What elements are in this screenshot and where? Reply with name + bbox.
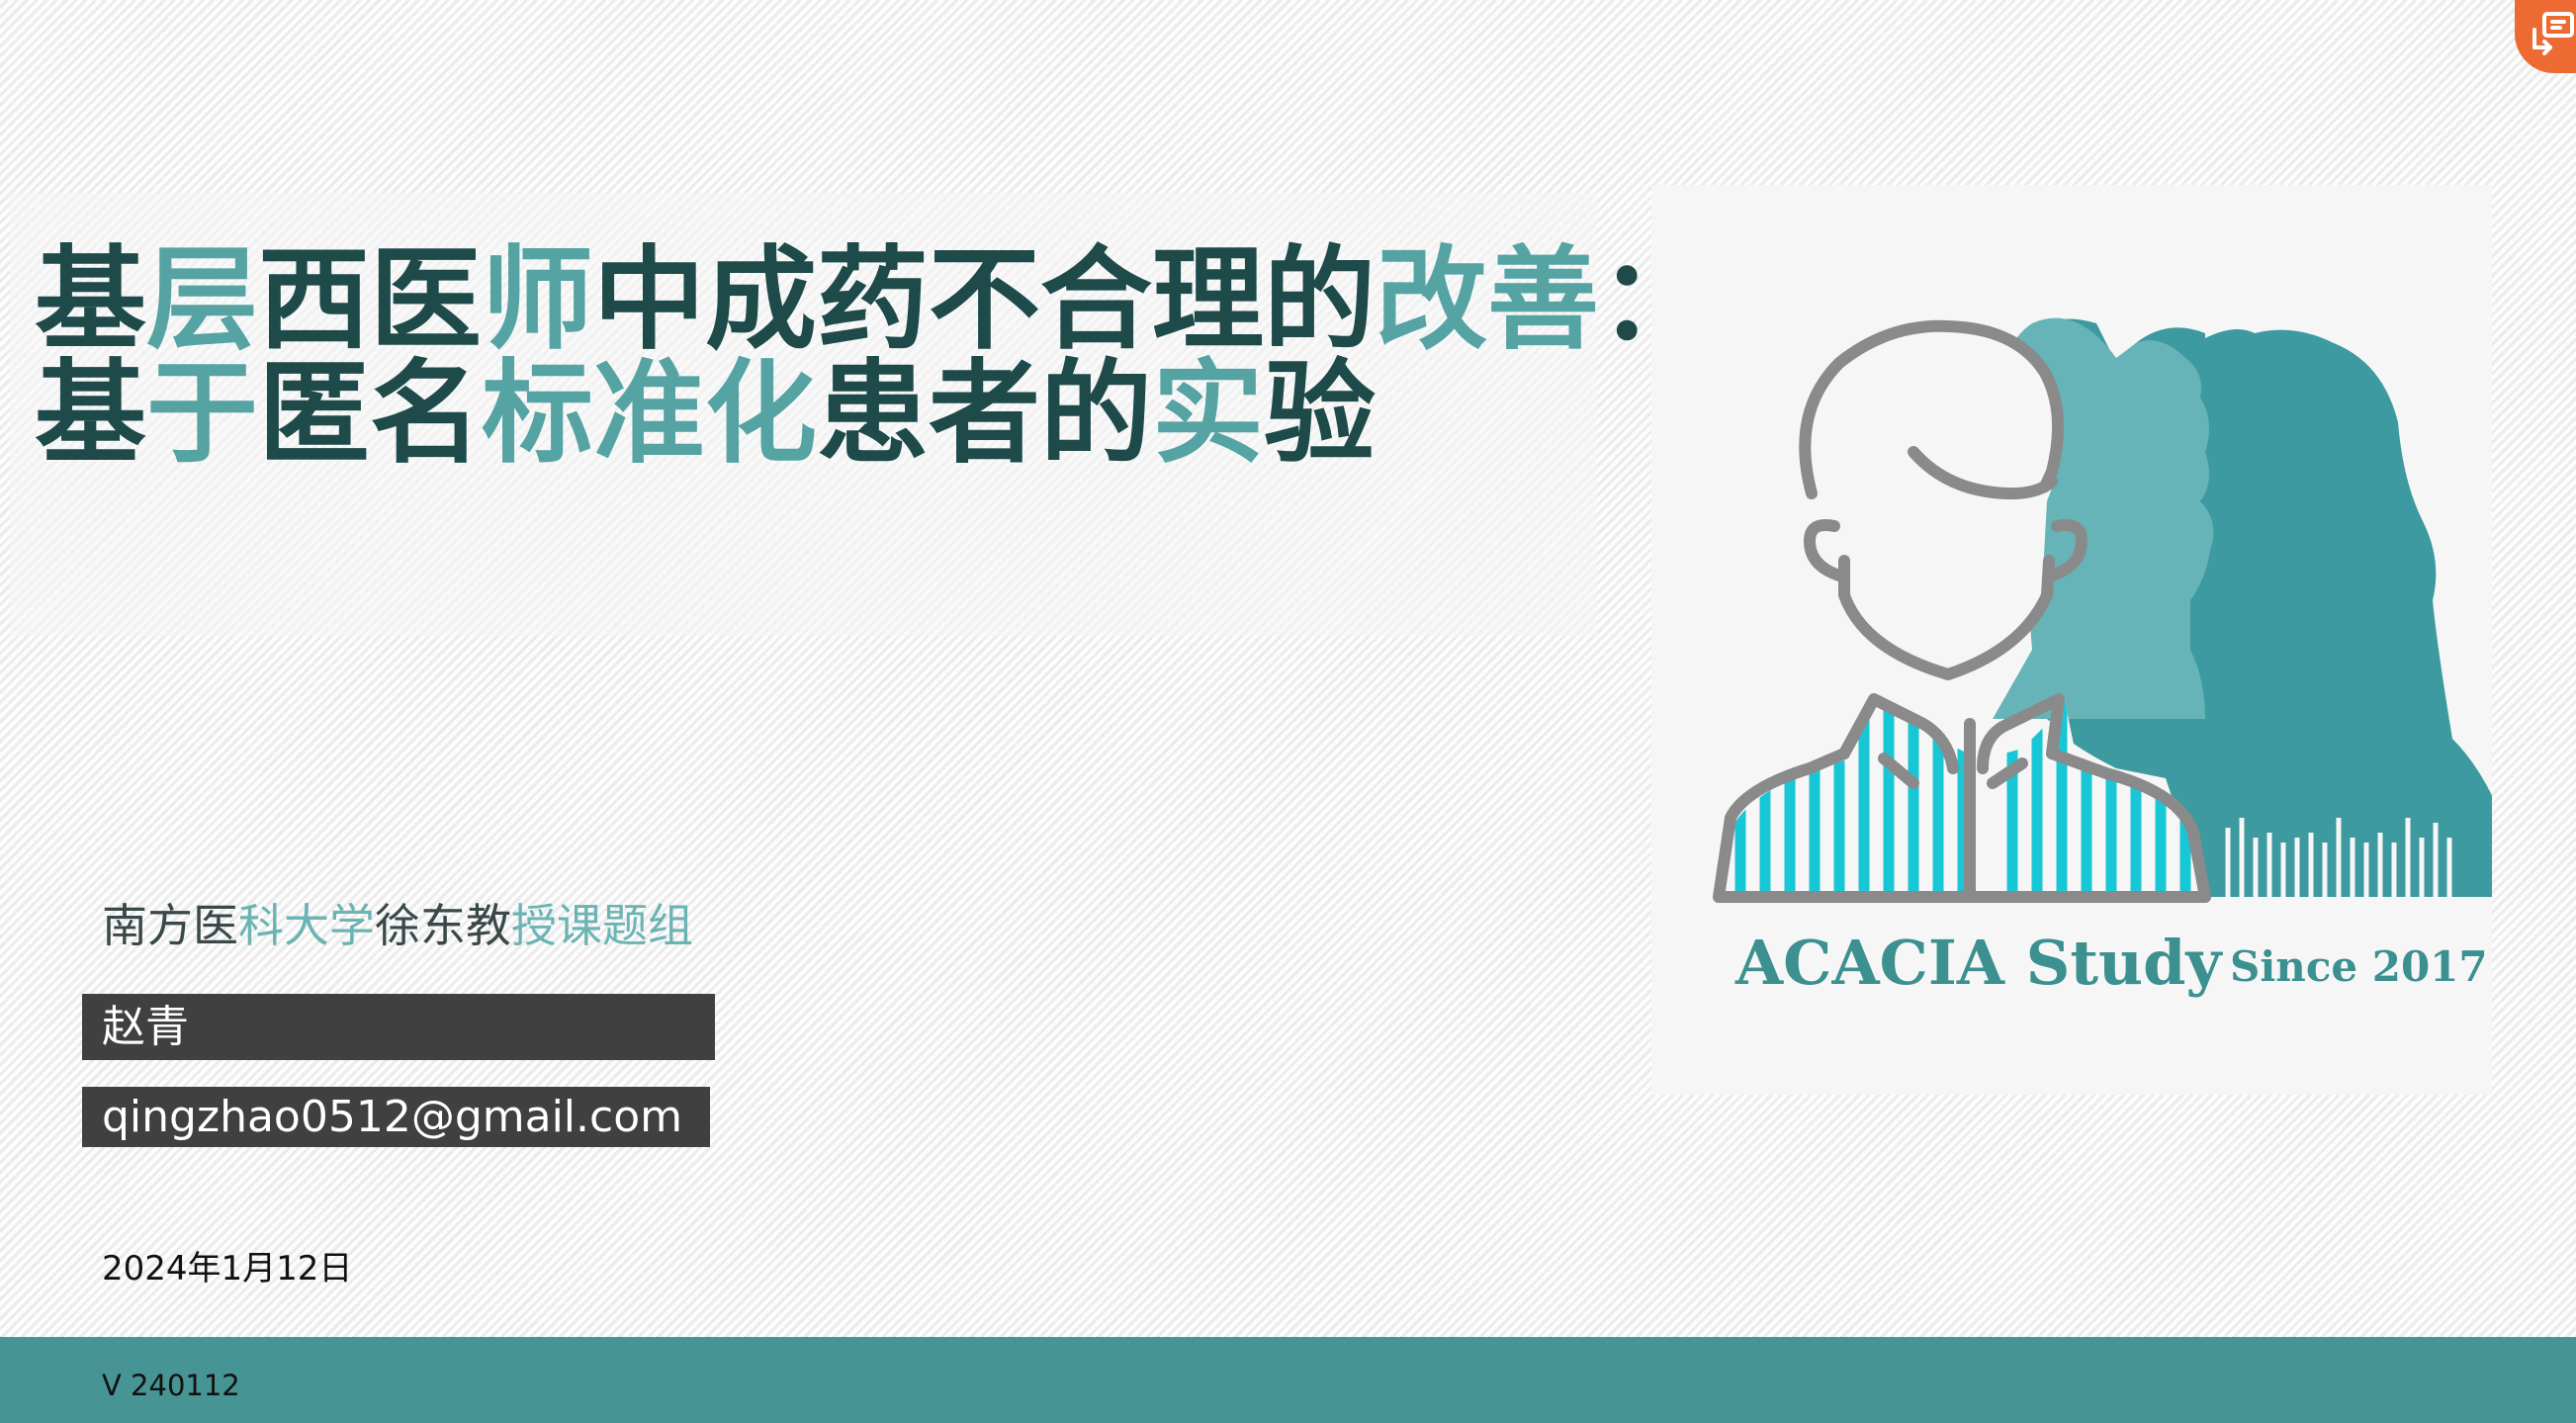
slide-title-line-2: 基于匿名标准化患者的实验 — [35, 358, 1376, 470]
research-group: 南方医科大学徐东教授课题组 — [102, 890, 693, 955]
presentation-date: 2024年1月12日 — [102, 1241, 352, 1290]
title-line-1-segment: 师 — [482, 234, 593, 365]
title-line-2-segment: 的 — [1040, 348, 1152, 479]
acacia-study-logo: ACACIA Study Since 2017 — [1651, 185, 2492, 1095]
title-line-2-segment: 于 — [146, 348, 258, 479]
title-line-1-segment: 改善 — [1376, 234, 1599, 365]
title-line-2-segment: 实 — [1152, 348, 1264, 479]
author-name: 赵青 — [82, 994, 715, 1060]
footer-bar — [0, 1337, 2576, 1423]
title-line-1-segment: 西医 — [258, 234, 482, 365]
version-label: V 240112 — [102, 1369, 240, 1402]
title-line-2-segment: 名 — [370, 348, 482, 479]
presentation-toggle-button[interactable] — [2515, 0, 2576, 73]
logo-study-name: ACACIA Study — [1734, 927, 2223, 999]
presentation-toggle-icon — [2515, 0, 2576, 73]
research-group-segment: 科大学 — [238, 899, 375, 952]
title-line-1-segment: 基 — [35, 234, 146, 365]
title-line-2-segment: 标准化 — [482, 348, 817, 479]
logo-since: Since 2017 — [2230, 942, 2488, 991]
research-group-segment: 南方医 — [102, 899, 238, 952]
research-group-segment: 授课题组 — [511, 899, 693, 952]
title-line-2-segment: 患者 — [817, 348, 1040, 479]
title-line-2-segment: 验 — [1264, 348, 1376, 479]
title-line-2-segment: 匿 — [258, 348, 370, 479]
title-line-1-segment: 中成药不合理的 — [593, 234, 1376, 365]
author-email: qingzhao0512@gmail.com — [82, 1087, 710, 1147]
title-line-1-segment: 层 — [146, 234, 258, 365]
patient-silhouette-logo: ACACIA Study Since 2017 — [1651, 185, 2492, 1095]
research-group-segment: 徐东教 — [375, 899, 511, 952]
slide-title-line-1: 基层西医师中成药不合理的改善： — [35, 244, 1711, 356]
title-line-2-segment: 基 — [35, 348, 146, 479]
